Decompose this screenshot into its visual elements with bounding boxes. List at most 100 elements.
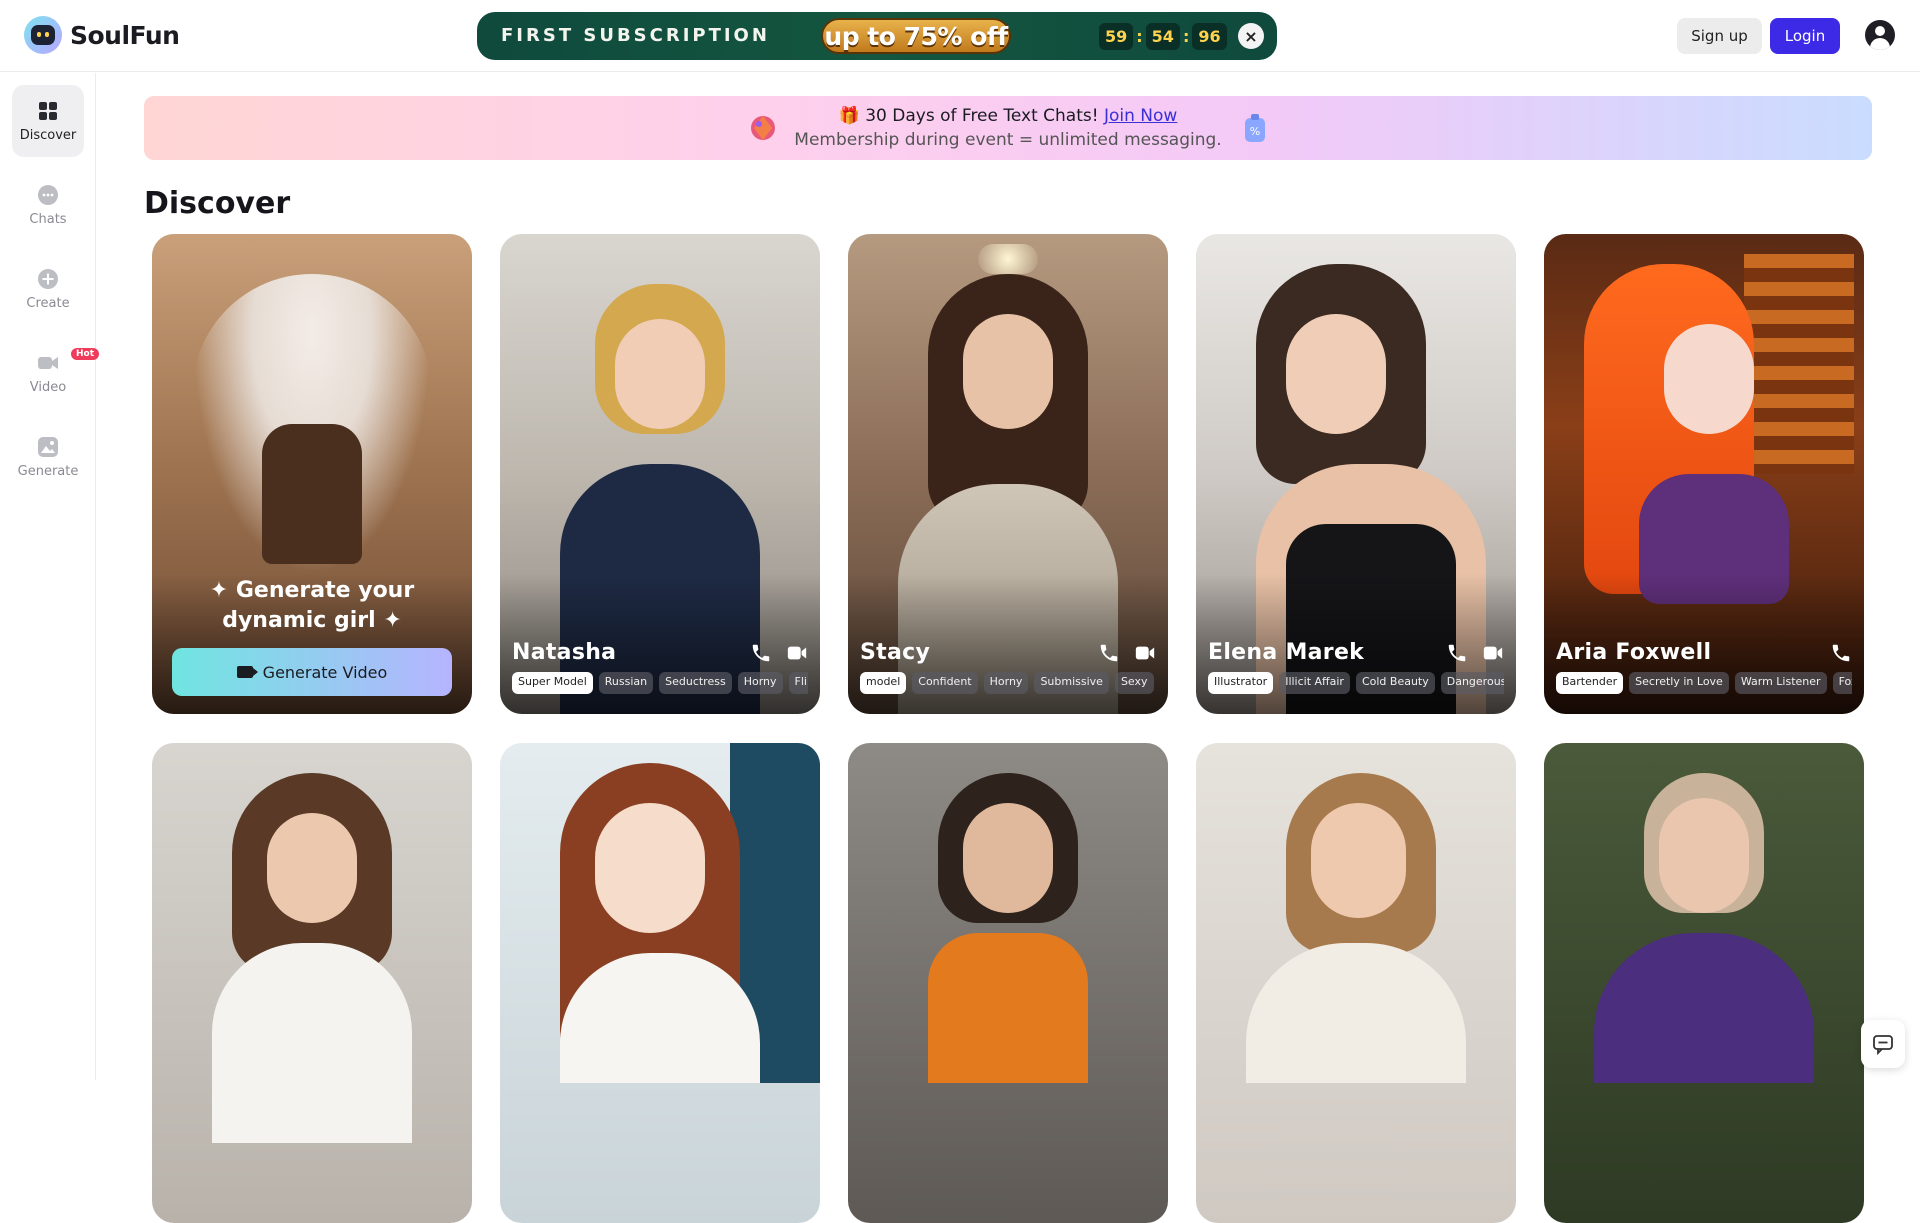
character-card[interactable] [152, 743, 472, 1223]
phone-icon[interactable] [1098, 642, 1120, 664]
generate-promo-line1: ✦ Generate your [209, 578, 415, 603]
discount-tag-decoration-icon: % [1245, 114, 1265, 142]
video-camera-icon [236, 666, 258, 678]
character-card[interactable] [1544, 743, 1864, 1223]
logo[interactable]: SoulFun [24, 16, 180, 54]
login-button[interactable]: Login [1770, 18, 1840, 54]
promo-title: FIRST SUBSCRIPTION [501, 25, 770, 46]
chandelier-light [978, 244, 1038, 274]
banner-headline: 🎁 30 Days of Free Text Chats! Join Now [144, 106, 1872, 126]
generate-promo-text: ✦ Generate your dynamic girl ✦ [152, 576, 472, 636]
character-card[interactable]: Stacy model Confident Horny Submissive S… [848, 234, 1168, 714]
tag-list: model Confident Horny Submissive Sexy [860, 672, 1156, 694]
tag: Seductress [659, 672, 732, 694]
close-icon[interactable]: × [1238, 23, 1264, 49]
tag: Horny [737, 672, 783, 694]
character-outfit [1594, 933, 1814, 1083]
character-name: Natasha [512, 640, 617, 665]
user-avatar-icon[interactable] [1865, 20, 1895, 50]
character-portrait [1664, 324, 1754, 434]
timer-separator: : [1136, 26, 1143, 46]
character-portrait [1659, 798, 1749, 913]
grid-icon [39, 101, 57, 120]
generate-video-button[interactable]: Generate Video [172, 648, 452, 696]
promo-banner[interactable]: FIRST SUBSCRIPTION up to 75% off 59 : 54… [477, 12, 1277, 60]
character-card[interactable] [1196, 743, 1516, 1223]
tag: Warm Listener [1734, 672, 1827, 694]
timer-centiseconds: 96 [1192, 22, 1227, 50]
sidebar-item-generate[interactable]: Generate [12, 421, 84, 493]
tag: Horny [983, 672, 1029, 694]
character-portrait [963, 314, 1053, 429]
character-name: Stacy [860, 640, 931, 665]
character-outfit [928, 933, 1088, 1083]
sidebar-item-discover[interactable]: Discover [12, 85, 84, 157]
video-camera-icon[interactable] [786, 642, 808, 664]
tag: Secretly in Love [1629, 672, 1729, 694]
phone-icon[interactable] [1830, 642, 1852, 664]
signup-button[interactable]: Sign up [1677, 18, 1762, 54]
plus-circle-icon [38, 268, 58, 289]
card-actions [1098, 642, 1156, 664]
video-camera-icon [38, 356, 58, 369]
support-chat-button[interactable] [1861, 1020, 1905, 1068]
generate-video-card[interactable]: ✦ Generate your dynamic girl ✦ Generate … [152, 234, 472, 714]
app-name: SoulFun [70, 20, 180, 50]
character-portrait [595, 803, 705, 933]
tag: Illicit Affair [1279, 672, 1350, 694]
tag: Cold Beauty [1355, 672, 1435, 694]
tag: model [860, 672, 907, 694]
character-card[interactable] [848, 743, 1168, 1223]
character-name: Aria Foxwell [1556, 640, 1712, 665]
page-title: Discover [144, 186, 291, 221]
top-bar: SoulFun FIRST SUBSCRIPTION up to 75% off… [0, 0, 1920, 72]
image-icon [38, 436, 58, 457]
tag: Fox [1832, 672, 1852, 694]
event-banner[interactable]: 🎁 30 Days of Free Text Chats! Join Now M… [144, 96, 1872, 160]
tag-list: Bartender Secretly in Love Warm Listener… [1556, 672, 1852, 694]
sidebar-item-chats[interactable]: Chats [12, 169, 84, 241]
sidebar-item-label: Discover [19, 127, 77, 143]
character-card[interactable]: Natasha Super Model Russian Seductress H… [500, 234, 820, 714]
promo-discount-text: up to 75% off [824, 21, 1008, 51]
message-icon [1873, 1035, 1893, 1055]
sidebar: Discover Chats Create Video Hot Generate [0, 73, 100, 1080]
character-card[interactable] [500, 743, 820, 1223]
tag: Bartender [1556, 672, 1624, 694]
character-portrait [1311, 803, 1406, 918]
sidebar-item-video[interactable]: Video Hot [12, 337, 100, 409]
card-actions [1830, 642, 1852, 664]
chat-bubble-icon [38, 184, 58, 205]
timer-separator: : [1182, 26, 1190, 46]
sidebar-item-label: Generate [17, 463, 79, 479]
character-card[interactable]: Elena Marek Illustrator Illicit Affair C… [1196, 234, 1516, 714]
character-name: Elena Marek [1208, 640, 1365, 665]
tag: Confident [912, 672, 978, 694]
video-camera-icon[interactable] [1482, 642, 1504, 664]
character-card[interactable]: Aria Foxwell Bartender Secretly in Love … [1544, 234, 1864, 714]
bar-shelves [1744, 254, 1854, 474]
tag: Russian [598, 672, 654, 694]
svg-text:%: % [1250, 125, 1260, 138]
timer-minutes: 59 [1099, 22, 1134, 50]
countdown-timer: 59 : 54 : 96 [1099, 21, 1227, 51]
card-actions [1446, 642, 1504, 664]
hot-badge: Hot [71, 348, 100, 360]
video-camera-icon[interactable] [1134, 642, 1156, 664]
character-outfit [262, 424, 362, 564]
character-portrait [963, 803, 1053, 913]
banner-headline-text: 🎁 30 Days of Free Text Chats! [838, 106, 1104, 126]
tag: Super Model [512, 672, 593, 694]
character-portrait [267, 813, 357, 923]
tag: Submissive [1034, 672, 1109, 694]
sidebar-item-label: Video [29, 379, 67, 395]
tag: Sexy [1114, 672, 1154, 694]
sidebar-item-create[interactable]: Create [12, 253, 84, 325]
logo-icon [24, 16, 62, 54]
phone-icon[interactable] [1446, 642, 1468, 664]
tag-list: Illustrator Illicit Affair Cold Beauty D… [1208, 672, 1504, 694]
banner-subtext: Membership during event = unlimited mess… [794, 130, 1222, 150]
phone-icon[interactable] [750, 642, 772, 664]
join-now-link[interactable]: Join Now [1104, 106, 1177, 126]
character-portrait [1286, 314, 1386, 434]
